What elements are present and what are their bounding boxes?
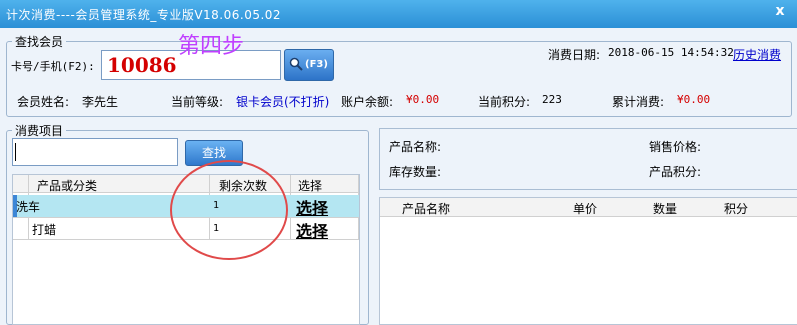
card-label: 卡号/手机(F2): [11, 60, 95, 73]
find-member-legend: 查找会员 [12, 33, 67, 50]
history-link[interactable]: 历史消费 [733, 46, 781, 63]
col-unit-price: 单价 [573, 202, 598, 216]
level-label: 当前等级: [171, 95, 224, 109]
window-title: 计次消费----会员管理系统_专业版V18.06.05.02 [6, 8, 282, 22]
member-name-value: 李先生 [82, 95, 119, 109]
annotation-circle [170, 160, 288, 260]
cart-table: 产品名称 单价 数量 积分 [379, 197, 797, 325]
close-icon[interactable]: x [766, 1, 794, 21]
total-spend-value: ¥0.00 [677, 93, 711, 106]
col-points: 积分 [724, 202, 749, 216]
date-value: 2018-06-15 14:54:32 [608, 46, 734, 59]
search-member-button[interactable]: (F3) [284, 49, 334, 81]
title-bar: 计次消费----会员管理系统_专业版V18.06.05.02 x [0, 0, 797, 28]
card-number-value: 10086 [107, 53, 177, 77]
items-legend: 消费项目 [12, 122, 67, 139]
stock-label: 库存数量: [389, 165, 442, 179]
points-label: 当前积分: [478, 95, 531, 109]
col-select: 选择 [298, 179, 323, 193]
item-search-input[interactable] [12, 138, 178, 166]
row-product: 打蜡 [32, 223, 57, 237]
magnifier-icon [289, 57, 303, 71]
balance-label: 账户余额: [341, 95, 394, 109]
balance-value: ¥0.00 [406, 93, 440, 106]
date-label: 消费日期: [548, 48, 601, 62]
row-product: 洗车 [16, 200, 41, 214]
points-value: 223 [542, 93, 562, 106]
product-points-label: 产品积分: [649, 165, 702, 179]
product-info-panel [379, 128, 797, 190]
step-annotation: 第四步 [178, 34, 245, 59]
cart-table-header: 产品名称 单价 数量 积分 [380, 198, 797, 217]
select-link[interactable]: 选择 [296, 195, 328, 219]
level-value: 银卡会员(不打折) [236, 95, 330, 109]
product-name-label: 产品名称: [389, 140, 442, 154]
col-product-name: 产品名称 [402, 202, 451, 216]
total-spend-label: 累计消费: [612, 95, 665, 109]
search-member-label: (F3) [305, 59, 328, 70]
member-name-label: 会员姓名: [17, 95, 70, 109]
col-product: 产品或分类 [37, 179, 98, 193]
sale-price-label: 销售价格: [649, 140, 702, 154]
col-quantity: 数量 [653, 202, 678, 216]
text-caret [15, 143, 16, 161]
